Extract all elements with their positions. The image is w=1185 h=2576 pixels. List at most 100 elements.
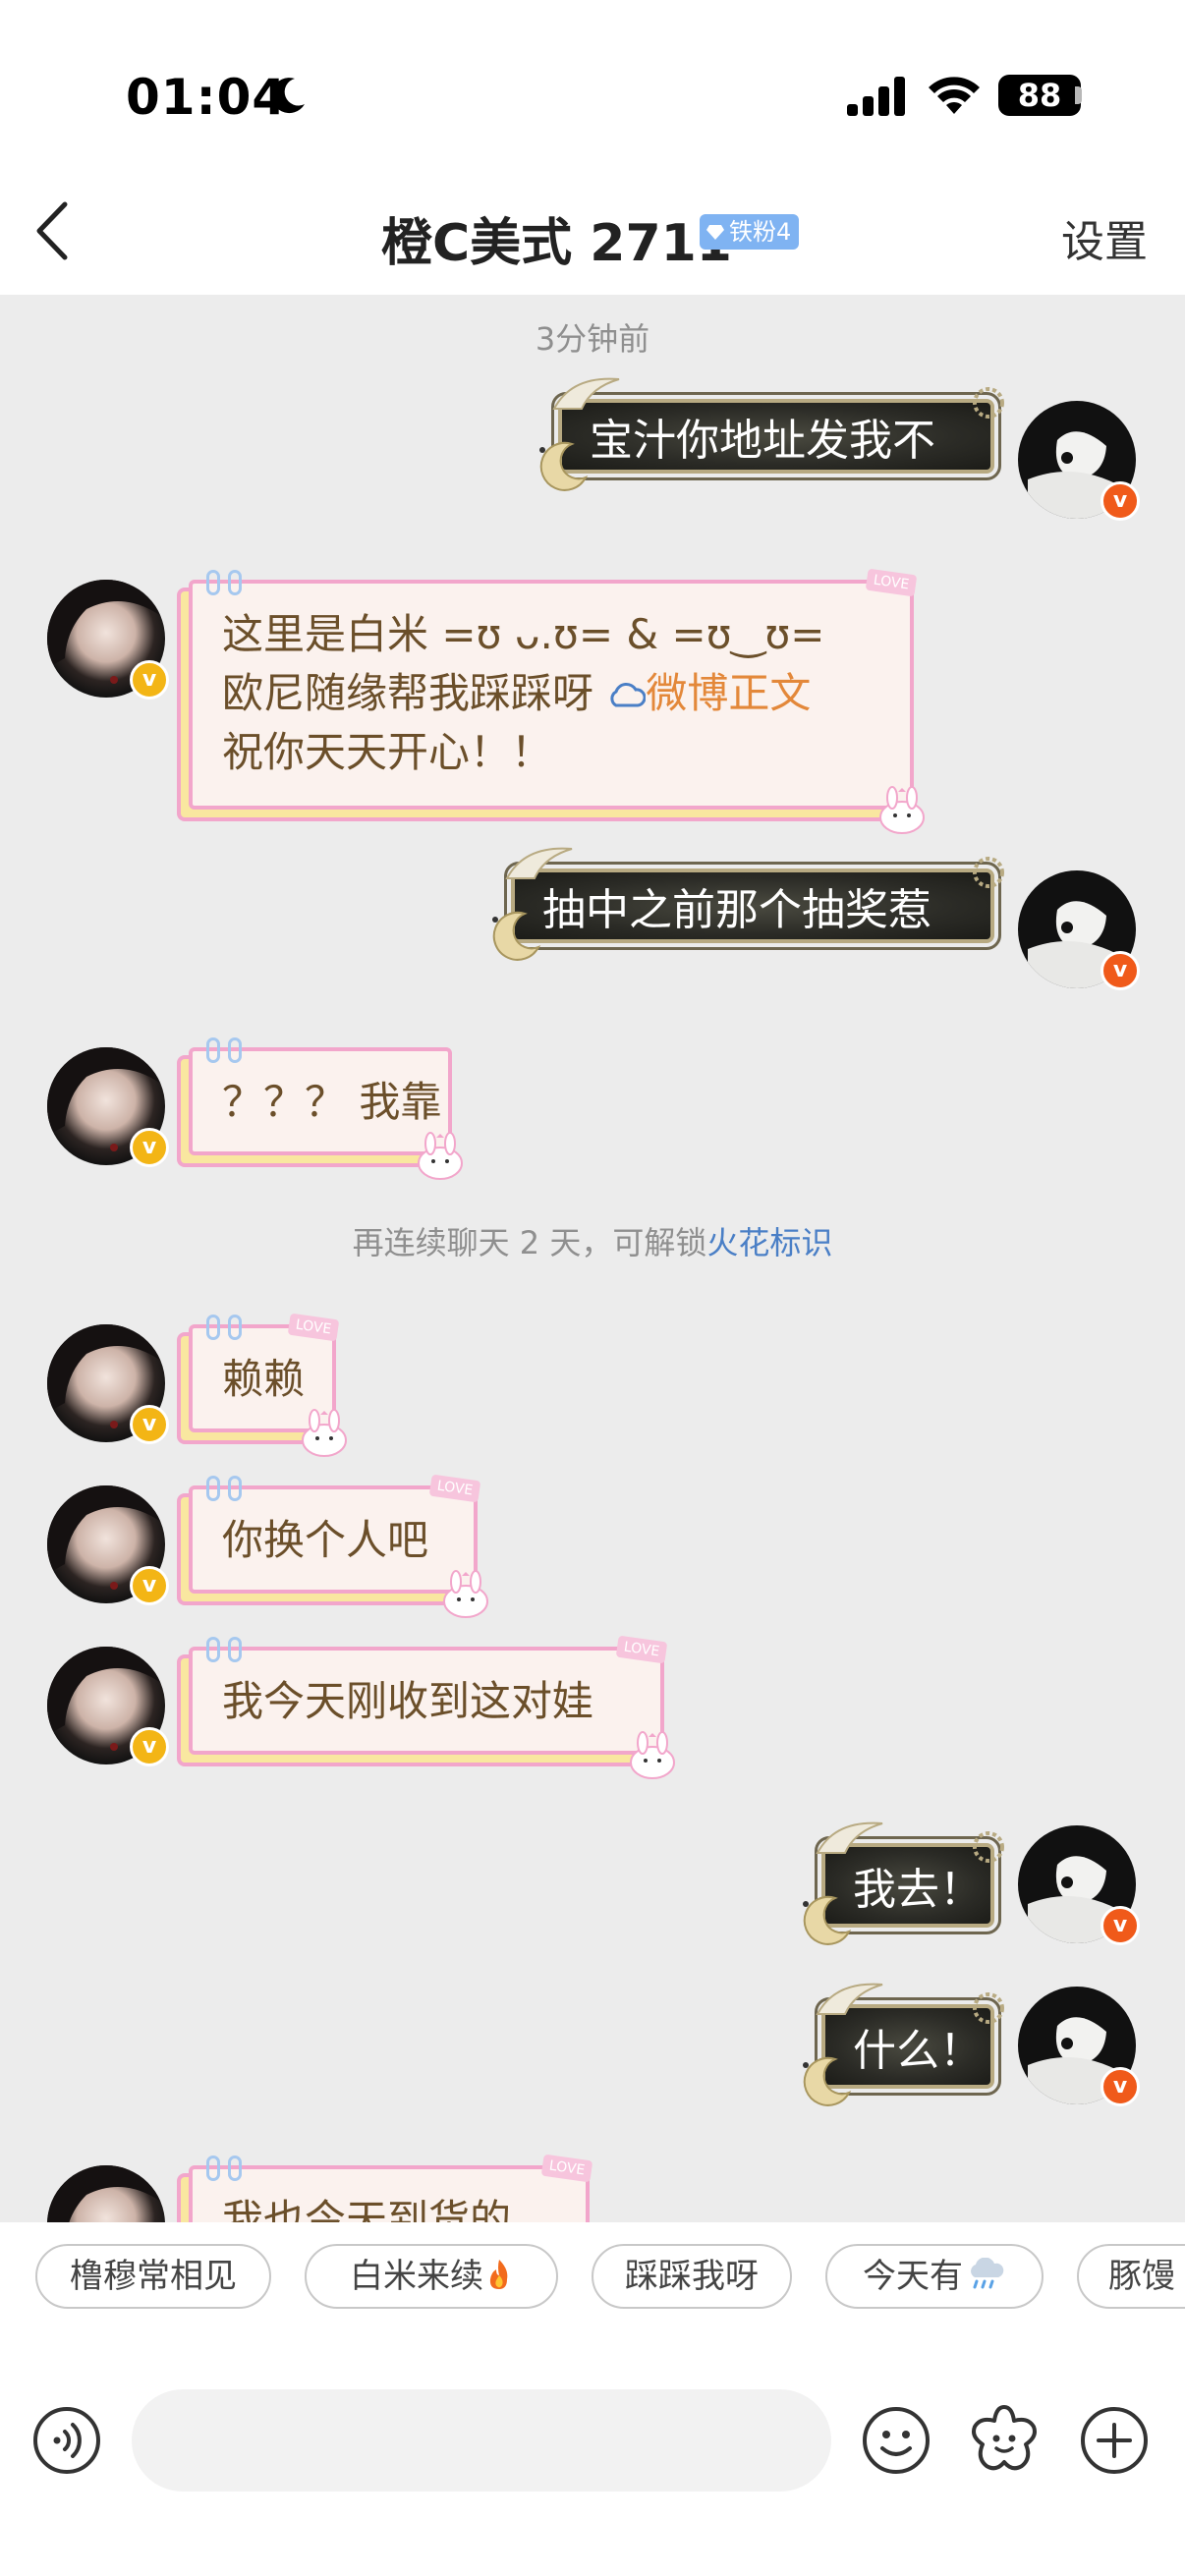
settings-button[interactable]: 设置 — [1061, 206, 1148, 269]
message-bubble-sent[interactable]: 我去！ — [803, 1821, 1004, 1945]
binder-ring — [206, 2156, 220, 2181]
sticker-icon[interactable] — [967, 2401, 1042, 2476]
binder-ring — [228, 1476, 242, 1501]
wing-decoration — [816, 1983, 883, 2015]
quick-reply-chip[interactable]: 豚馒 — [1077, 2244, 1185, 2309]
battery-indicator: 88 — [998, 75, 1081, 116]
quick-reply-bar: 橹穆常相见 白米来续 踩踩我呀 今天有 豚馒 — [0, 2222, 1185, 2328]
avatar-self[interactable]: v — [1018, 1987, 1140, 2106]
moon-decoration — [803, 1895, 852, 1945]
streak-notice: 再连续聊天 2 天，可解锁火花标识 — [0, 1218, 1185, 1263]
avatar-contact[interactable]: v — [47, 1047, 169, 1167]
quick-reply-label: 今天有 — [863, 2257, 963, 2296]
binder-ring — [206, 1315, 220, 1340]
battery-tip — [1075, 86, 1082, 104]
verified-badge: v — [130, 1405, 169, 1444]
verified-badge: v — [1100, 951, 1140, 990]
weibo-post-link[interactable]: 微博正文 — [646, 669, 811, 717]
binder-ring — [228, 1037, 242, 1063]
ornament-decoration — [973, 1831, 1004, 1863]
quick-reply-chip[interactable]: 踩踩我呀 — [592, 2244, 792, 2309]
quick-reply-label: 白米来续 — [350, 2257, 483, 2296]
quick-reply-label: 橹穆常相见 — [70, 2257, 237, 2296]
plus-icon[interactable] — [1079, 2405, 1150, 2476]
message-bubble-received[interactable]: ？？？ 我靠 — [189, 1037, 463, 1180]
avatar-contact[interactable]: v — [47, 1647, 169, 1766]
avatar-self[interactable]: v — [1018, 401, 1140, 521]
avatar-contact[interactable] — [47, 2165, 165, 2222]
message-input[interactable] — [132, 2389, 831, 2492]
verified-badge: v — [130, 1727, 169, 1766]
signal-icon — [847, 77, 905, 116]
avatar-self[interactable]: v — [1018, 1825, 1140, 1945]
message-text: 抽中之前那个抽奖惹 — [542, 885, 931, 935]
moon-icon — [271, 78, 305, 114]
message-text: ？？？ 我靠 — [222, 1078, 442, 1126]
message-bubble-received[interactable]: LOVE 我也今天到货的 — [189, 2154, 593, 2222]
ornament-decoration — [973, 387, 1004, 419]
avatar-self[interactable]: v — [1018, 870, 1140, 990]
voice-icon[interactable] — [31, 2405, 102, 2476]
verified-badge: v — [1100, 1906, 1140, 1945]
wing-decoration — [552, 377, 620, 410]
bunny-decoration — [630, 1731, 675, 1779]
love-tag-decoration: LOVE — [428, 1474, 481, 1503]
message-text: 宝汁你地址发我不 — [590, 416, 935, 466]
chat-area[interactable]: 3分钟前 宝汁你地址发我不 v v LOVE 这里是白米 =ʊ ᴗ.ʊ= & =… — [0, 295, 1185, 2222]
avatar-contact[interactable]: v — [47, 1324, 169, 1444]
message-text: 我今天刚收到这对娃 — [222, 1677, 594, 1725]
message-bubble-received[interactable]: LOVE 赖赖 — [189, 1313, 347, 1457]
verified-badge: v — [1100, 481, 1140, 521]
message-bubble-sent[interactable]: 抽中之前那个抽奖惹 — [492, 847, 1004, 961]
avatar-image — [47, 2165, 165, 2222]
fan-level-text: 铁粉4 — [729, 218, 792, 246]
binder-ring — [206, 1476, 220, 1501]
message-text: 我去！ — [853, 1865, 983, 1915]
moon-decoration — [803, 2056, 852, 2106]
quick-reply-chip[interactable]: 白米来续 — [305, 2244, 558, 2309]
fire-icon — [489, 2260, 508, 2289]
message-bubble-sent[interactable]: 宝汁你地址发我不 — [539, 377, 1004, 491]
avatar-contact[interactable]: v — [47, 580, 169, 700]
love-tag-decoration: LOVE — [287, 1313, 340, 1342]
spark-badge-link[interactable]: 火花标识 — [706, 1224, 832, 1261]
message-text: 赖赖 — [222, 1355, 306, 1403]
message-line-3: 祝你天天开心！！ — [222, 728, 553, 776]
quick-reply-chip[interactable]: 橹穆常相见 — [35, 2244, 271, 2309]
love-tag-decoration: LOVE — [865, 568, 918, 597]
binder-ring — [228, 1315, 242, 1340]
binder-ring — [206, 570, 220, 595]
streak-notice-text: 再连续聊天 2 天，可解锁 — [352, 1224, 707, 1261]
input-bar — [0, 2328, 1185, 2576]
status-time: 01:04 — [126, 69, 288, 126]
message-line-2: 欧尼随缘帮我踩踩呀 微博正文 — [222, 664, 886, 723]
message-bubble-received[interactable]: LOVE 我今天刚收到这对娃 — [189, 1635, 675, 1779]
binder-ring — [206, 1637, 220, 1662]
ornament-decoration — [973, 857, 1004, 888]
verified-badge: v — [130, 1128, 169, 1167]
wing-decoration — [816, 1821, 883, 1854]
message-line-2-text: 欧尼随缘帮我踩踩呀 — [222, 669, 607, 717]
bunny-decoration — [443, 1570, 488, 1618]
message-bubble-received[interactable]: LOVE 这里是白米 =ʊ ᴗ.ʊ= & =ʊ‿ʊ= 欧尼随缘帮我踩踩呀 微博正… — [189, 568, 925, 834]
message-bubble-sent[interactable]: 什么！ — [803, 1983, 1004, 2106]
binder-ring — [228, 2156, 242, 2181]
quick-reply-label: 豚馒 — [1108, 2257, 1175, 2296]
ornament-decoration — [973, 1992, 1004, 2024]
fan-level-badge: 铁粉4 — [700, 214, 800, 250]
moon-decoration — [492, 911, 541, 961]
binder-ring — [206, 1037, 220, 1063]
back-icon[interactable] — [29, 198, 77, 263]
avatar-contact[interactable]: v — [47, 1485, 169, 1605]
cloud-rain-icon — [971, 2258, 1004, 2289]
message-text: 我也今天到货的 — [222, 2196, 512, 2222]
binder-ring — [228, 1637, 242, 1662]
wifi-icon — [929, 77, 980, 114]
emoji-icon[interactable] — [861, 2405, 931, 2476]
bunny-decoration — [302, 1409, 347, 1457]
message-text: 你换个人吧 — [222, 1516, 429, 1564]
message-bubble-received[interactable]: LOVE 你换个人吧 — [189, 1474, 488, 1618]
quick-reply-chip[interactable]: 今天有 — [825, 2244, 1044, 2309]
love-tag-decoration: LOVE — [615, 1635, 668, 1664]
love-tag-decoration: LOVE — [540, 2154, 593, 2183]
